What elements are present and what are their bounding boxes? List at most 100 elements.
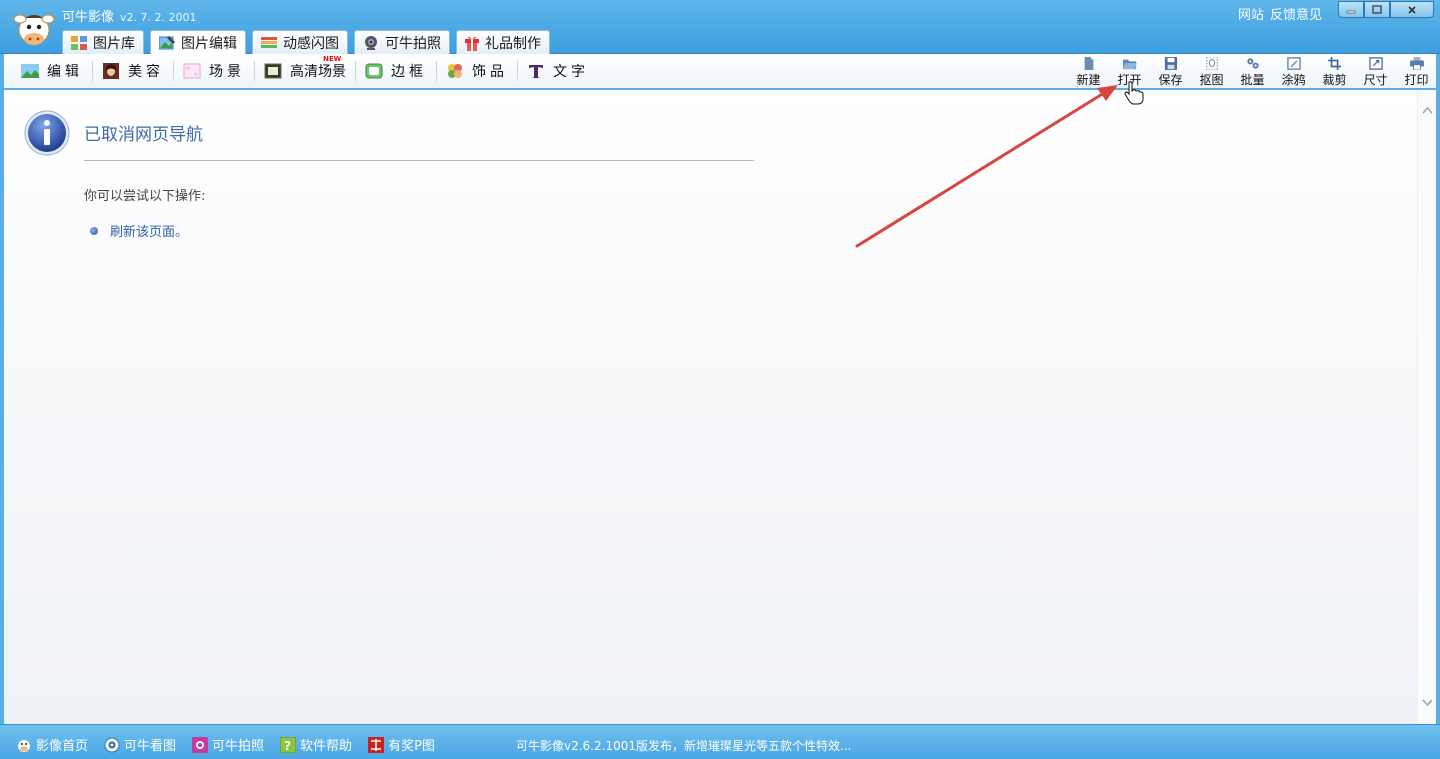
- page-title: 已取消网页导航: [84, 125, 203, 145]
- subtab-beauty-label: 美容: [128, 64, 164, 80]
- batch-label: 批量: [1240, 73, 1265, 87]
- tab-gallery[interactable]: 图片库: [62, 30, 144, 54]
- close-icon: [1408, 5, 1416, 14]
- subtab-beauty[interactable]: 美容: [92, 61, 173, 81]
- tab-camera-label: 可牛拍照: [385, 35, 441, 52]
- tab-animated-label: 动感闪图: [283, 35, 339, 52]
- scroll-down-icon[interactable]: [1422, 698, 1433, 707]
- cutout-button[interactable]: 抠图: [1191, 56, 1232, 88]
- clover-icon: [446, 63, 464, 79]
- tab-gallery-label: 图片库: [93, 35, 135, 52]
- subtab-frame[interactable]: 边框: [355, 61, 436, 81]
- subtab-edit[interactable]: 编辑: [12, 61, 92, 81]
- print-button[interactable]: 打印: [1396, 56, 1437, 88]
- status-prize-label: 有奖P图: [388, 739, 435, 754]
- subtab-accessory-label: 饰品: [472, 64, 508, 80]
- subtab-accessory[interactable]: 饰品: [436, 61, 517, 81]
- status-photo-label: 可牛拍照: [212, 739, 265, 754]
- app-version: v2. 7. 2. 2001: [120, 11, 197, 24]
- print-label: 打印: [1404, 73, 1429, 87]
- crop-button[interactable]: 裁剪: [1314, 56, 1355, 88]
- new-button[interactable]: 新建: [1068, 56, 1109, 88]
- status-viewer-link[interactable]: 可牛看图: [104, 735, 176, 754]
- feedback-link[interactable]: 反馈意见: [1270, 8, 1322, 23]
- main-tabs: 图片库 图片编辑 动感闪图 可牛拍照 礼品制作: [62, 30, 550, 54]
- eye-icon: [104, 737, 120, 753]
- prize-icon: [368, 736, 385, 753]
- maximize-button[interactable]: [1364, 1, 1390, 18]
- status-home-link[interactable]: 影像首页: [16, 735, 88, 754]
- tab-image-edit-label: 图片编辑: [181, 35, 237, 52]
- save-icon: [1164, 57, 1177, 70]
- status-photo-link[interactable]: 可牛拍照: [192, 735, 264, 754]
- landscape-icon: [21, 63, 39, 79]
- svg-text:?: ?: [284, 739, 291, 753]
- tab-gift[interactable]: 礼品制作: [456, 30, 550, 54]
- subtab-scene[interactable]: 场景: [173, 61, 254, 81]
- cow-logo-icon: [13, 14, 55, 45]
- suggestion-item: 刷新该页面。: [90, 221, 188, 240]
- tab-animated[interactable]: 动感闪图: [252, 30, 348, 54]
- minimize-icon: [1346, 10, 1356, 13]
- status-viewer-label: 可牛看图: [124, 739, 177, 754]
- open-label: 打开: [1117, 73, 1142, 87]
- info-icon: [24, 110, 70, 156]
- news-ticker[interactable]: 可牛影像v2.6.2.1001版发布，新增璀璨星光等五款个性特效...: [516, 737, 851, 754]
- app-title: 可牛影像 v2. 7. 2. 2001: [62, 6, 197, 25]
- bullet-icon: [90, 226, 98, 235]
- minimize-button[interactable]: [1338, 1, 1364, 18]
- help-icon: ?: [280, 736, 297, 753]
- toolbar-actions: 新建 打开 保存 抠图 批量 涂鸦 裁剪 尺寸 打印: [1068, 56, 1437, 88]
- subtab-hd-scene-label: 高清场景: [290, 64, 346, 80]
- animated-icon: [261, 36, 277, 48]
- resize-label: 尺寸: [1363, 73, 1388, 87]
- status-prize-link[interactable]: 有奖P图: [368, 735, 435, 754]
- print-icon: [1409, 57, 1424, 70]
- save-label: 保存: [1158, 73, 1183, 87]
- scroll-up-icon[interactable]: [1422, 106, 1433, 115]
- top-links: 网站 反馈意见: [1238, 4, 1328, 23]
- title-divider: [84, 160, 754, 161]
- doodle-icon: [1286, 57, 1301, 70]
- subtab-scene-label: 场景: [209, 64, 245, 80]
- window-controls: [1338, 1, 1434, 18]
- status-home-label: 影像首页: [36, 739, 89, 754]
- batch-gear-icon: [1246, 58, 1259, 69]
- camera-icon: [365, 35, 377, 50]
- maximize-icon: [1372, 5, 1382, 14]
- close-button[interactable]: [1390, 1, 1434, 18]
- new-badge: NEW: [323, 55, 342, 63]
- app-name: 可牛影像: [62, 10, 115, 25]
- status-help-label: 软件帮助: [300, 739, 353, 754]
- save-button[interactable]: 保存: [1150, 56, 1191, 88]
- website-link[interactable]: 网站: [1238, 8, 1264, 23]
- tab-camera[interactable]: 可牛拍照: [354, 30, 450, 54]
- status-help-link[interactable]: ? 软件帮助: [280, 735, 352, 754]
- status-links: 影像首页 可牛看图 可牛拍照 ? 软件帮助 有奖P图: [16, 735, 435, 754]
- frame-icon: [365, 63, 383, 79]
- new-file-icon: [1084, 57, 1093, 70]
- title-bar: 可牛影像 v2. 7. 2. 2001 网站 反馈意见 图片库 图片编辑 动感闪…: [0, 0, 1440, 54]
- subtab-frame-label: 边框: [391, 64, 427, 80]
- batch-button[interactable]: 批量: [1232, 56, 1273, 88]
- doodle-button[interactable]: 涂鸦: [1273, 56, 1314, 88]
- vertical-scrollbar[interactable]: [1417, 90, 1436, 724]
- tab-gift-label: 礼品制作: [485, 35, 541, 52]
- scene-icon: [183, 63, 201, 79]
- subtab-text[interactable]: 文字: [517, 61, 598, 81]
- subtab-text-label: 文字: [553, 64, 589, 80]
- portrait-icon: [102, 63, 120, 79]
- text-icon: [527, 63, 545, 79]
- cow-home-icon: [16, 737, 32, 753]
- cutout-label: 抠图: [1199, 73, 1224, 87]
- status-bar: 影像首页 可牛看图 可牛拍照 ? 软件帮助 有奖P图 可牛影像v2.6.2.10…: [0, 724, 1440, 759]
- open-button[interactable]: 打开: [1109, 56, 1150, 88]
- suggestion-heading: 你可以尝试以下操作:: [84, 189, 206, 204]
- resize-icon: [1368, 57, 1383, 70]
- photo-icon: [192, 736, 209, 753]
- tab-image-edit[interactable]: 图片编辑: [150, 30, 246, 54]
- resize-button[interactable]: 尺寸: [1355, 56, 1396, 88]
- gallery-icon: [71, 35, 87, 50]
- subtab-hd-scene[interactable]: 高清场景 NEW: [254, 55, 355, 81]
- refresh-page-link[interactable]: 刷新该页面。: [110, 221, 188, 240]
